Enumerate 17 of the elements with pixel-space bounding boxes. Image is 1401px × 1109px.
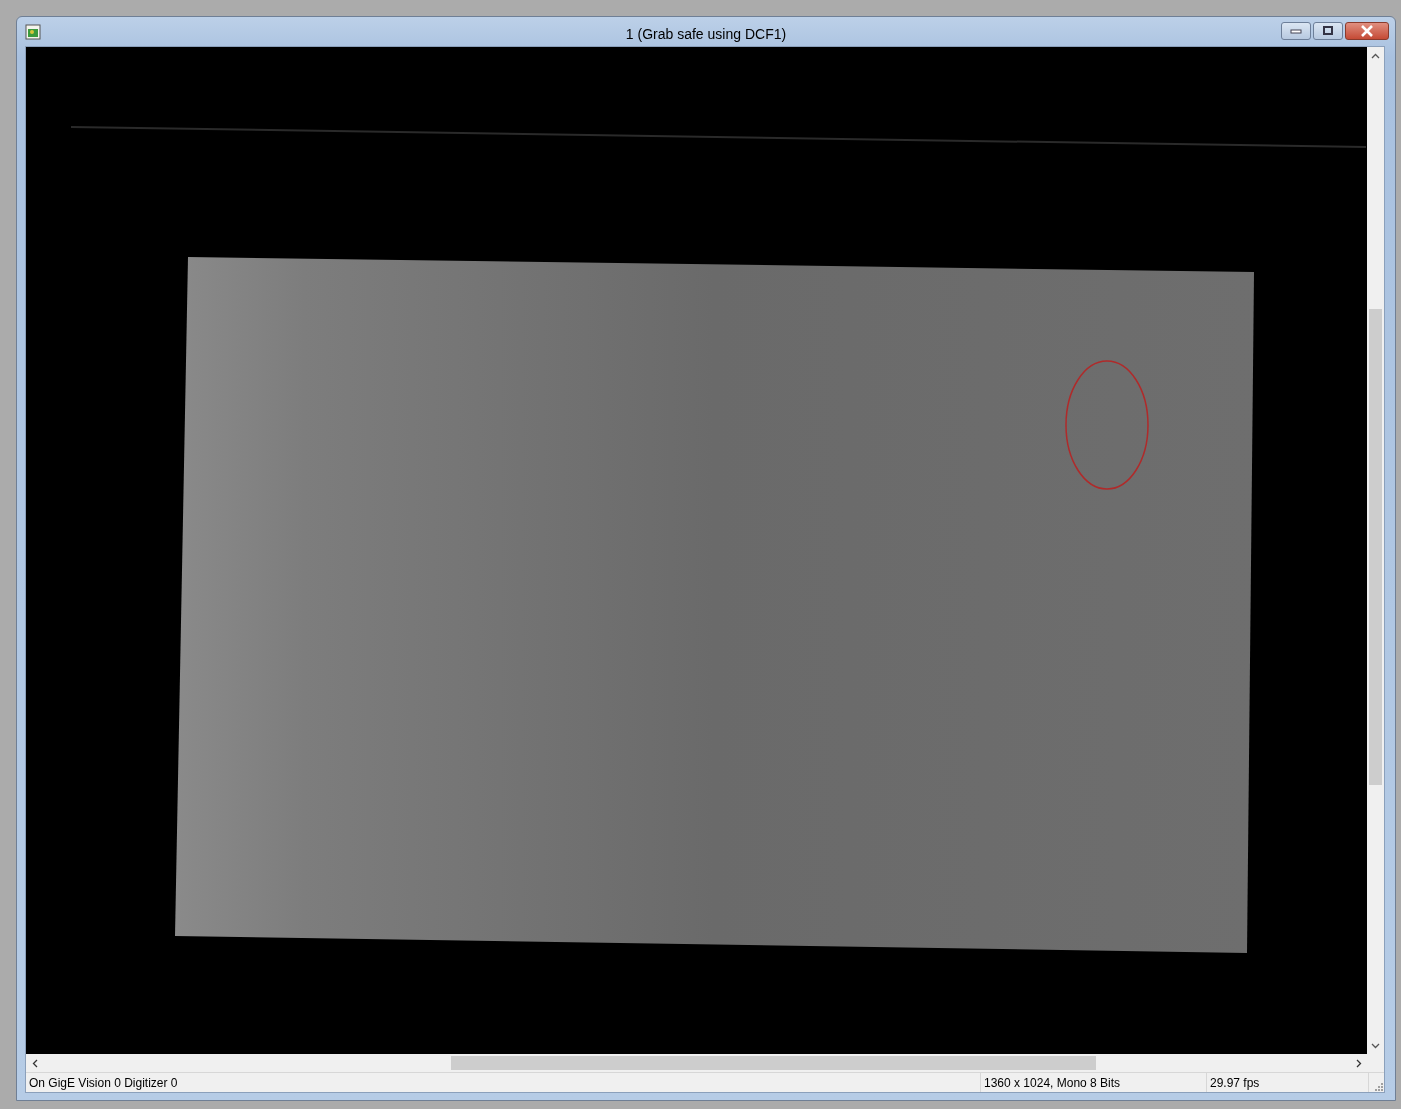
restore-button[interactable] bbox=[1313, 21, 1343, 40]
chevron-left-icon bbox=[31, 1058, 38, 1068]
horizontal-scrollbar-thumb[interactable] bbox=[451, 1056, 1096, 1070]
chevron-up-icon bbox=[1371, 52, 1380, 59]
close-button[interactable] bbox=[1345, 21, 1389, 40]
status-text: 1360 x 1024, Mono 8 Bits bbox=[984, 1075, 1121, 1090]
chevron-right-icon bbox=[1355, 1058, 1362, 1068]
image-window-icon bbox=[25, 23, 41, 40]
status-text: 29.97 fps bbox=[1210, 1075, 1260, 1090]
close-icon bbox=[1360, 24, 1374, 37]
minimize-icon bbox=[1290, 27, 1302, 34]
restore-icon bbox=[1322, 25, 1334, 36]
status-text: On GigE Vision 0 Digitizer 0 bbox=[29, 1075, 178, 1090]
window-title: 1 (Grab safe using DCF1) bbox=[625, 26, 787, 42]
vertical-scrollbar-thumb[interactable] bbox=[1369, 309, 1382, 785]
resize-grip-icon[interactable] bbox=[1372, 1080, 1384, 1092]
chevron-down-icon bbox=[1371, 1042, 1380, 1049]
